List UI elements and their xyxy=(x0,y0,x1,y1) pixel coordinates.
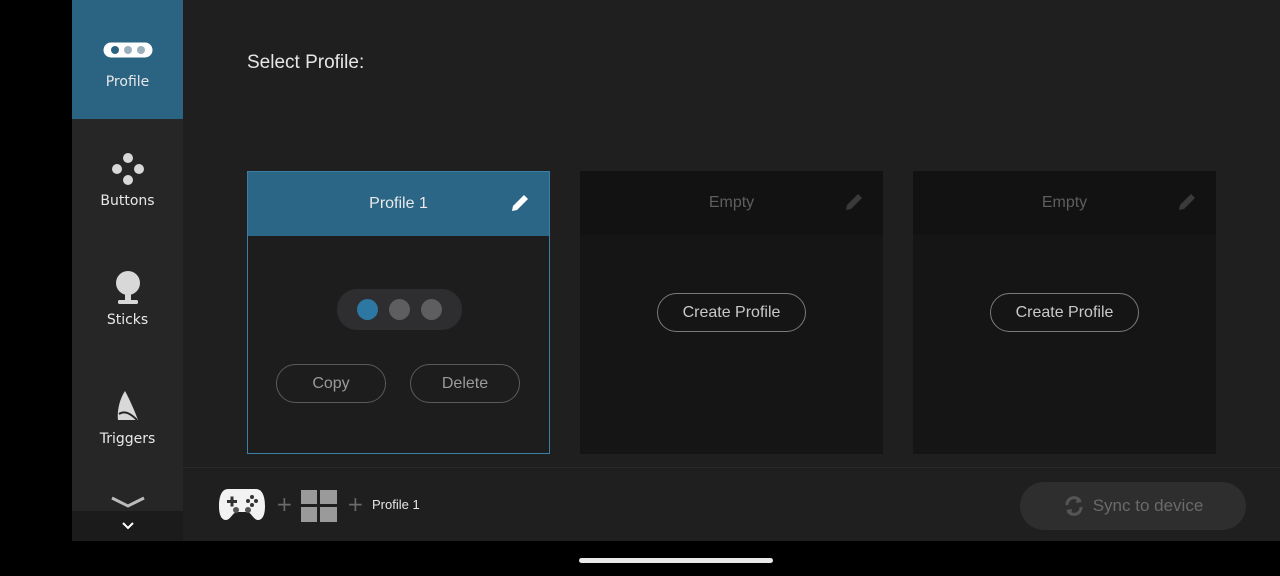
plus-separator: + xyxy=(347,492,364,516)
windows-icon xyxy=(301,490,337,522)
indicator-dot-active xyxy=(357,299,378,320)
card-title: Empty xyxy=(1041,194,1088,211)
indicator-dot xyxy=(389,299,410,320)
sidebar-item-label: Triggers xyxy=(99,431,156,447)
create-profile-button[interactable]: Create Profile xyxy=(990,293,1139,332)
sync-label: Sync to device xyxy=(1092,496,1204,515)
sidebar-item-triggers[interactable]: Triggers xyxy=(72,357,183,476)
pencil-icon xyxy=(846,194,862,210)
page-title: Select Profile: xyxy=(247,52,365,73)
profile-card-active[interactable]: Profile 1 Copy Delete xyxy=(247,171,550,454)
home-indicator[interactable] xyxy=(579,558,773,563)
joystick-icon xyxy=(115,270,141,306)
profile-card-empty: Empty Create Profile xyxy=(913,171,1216,454)
profile-card-empty: Empty Create Profile xyxy=(580,171,883,454)
sync-to-device-button[interactable]: Sync to device xyxy=(1020,482,1246,530)
pencil-icon xyxy=(1179,194,1195,210)
card-header: Profile 1 xyxy=(248,172,549,236)
delete-button[interactable]: Delete xyxy=(410,364,520,403)
create-profile-button[interactable]: Create Profile xyxy=(657,293,806,332)
card-header: Empty xyxy=(913,171,1216,235)
sidebar-item-sticks[interactable]: Sticks xyxy=(72,238,183,357)
chevron-down-icon xyxy=(121,522,134,530)
sidebar-item-label: Sticks xyxy=(106,312,149,328)
sidebar-item-label: Buttons xyxy=(100,193,155,209)
profile-indicator xyxy=(337,289,462,330)
card-title: Empty xyxy=(708,194,755,211)
card-header: Empty xyxy=(580,171,883,235)
sidebar-item-label: Profile xyxy=(105,74,150,90)
profile-dots-icon xyxy=(103,32,153,68)
card-title: Profile 1 xyxy=(369,195,428,212)
trigger-icon xyxy=(115,389,141,425)
copy-button[interactable]: Copy xyxy=(276,364,386,403)
indicator-dot xyxy=(421,299,442,320)
sync-icon xyxy=(1065,496,1083,516)
sidebar-item-buttons[interactable]: Buttons xyxy=(72,119,183,238)
bottom-bar: + + Profile 1 Sync to device xyxy=(183,467,1280,541)
dpad-buttons-icon xyxy=(111,151,144,187)
sidebar-more-peek xyxy=(72,496,183,511)
pencil-icon[interactable] xyxy=(509,192,531,214)
sidebar-scroll-down[interactable] xyxy=(72,511,183,541)
sidebar-item-profile[interactable]: Profile xyxy=(72,0,183,119)
plus-separator: + xyxy=(276,492,293,516)
current-profile-label: Profile 1 xyxy=(372,497,420,512)
sidebar: Profile Buttons Sticks Triggers xyxy=(72,0,183,511)
gamepad-icon xyxy=(219,489,265,520)
